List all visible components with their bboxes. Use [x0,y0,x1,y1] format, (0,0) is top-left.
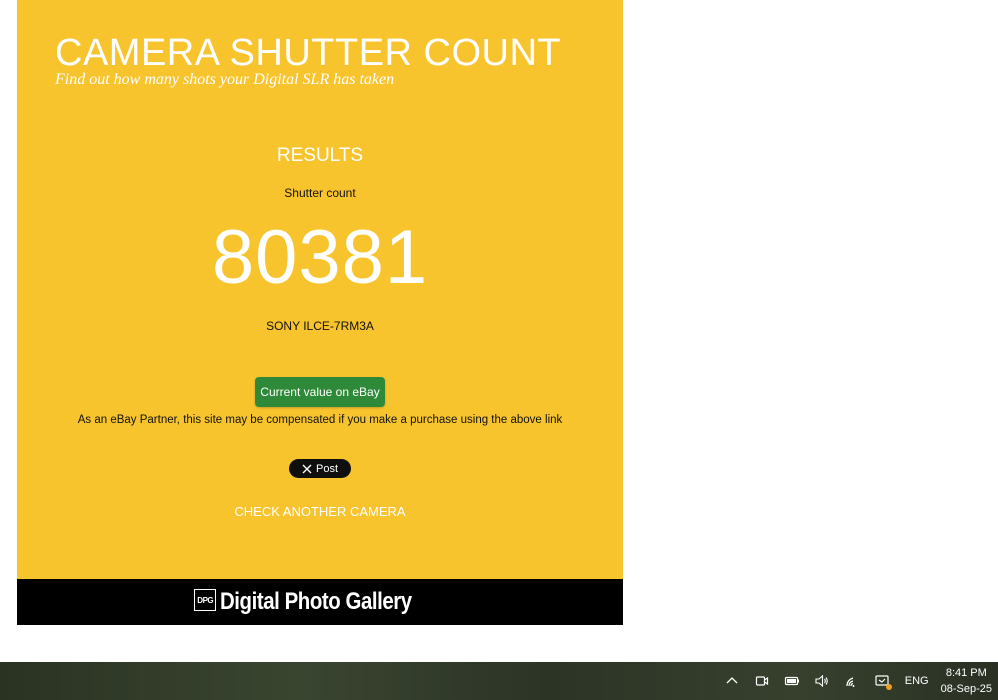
clock-date: 08-Sep-25 [940,683,992,695]
windows-taskbar: ENG 8:41 PM 08-Sep-25 [0,662,998,700]
clock-time: 8:41 PM [945,667,987,679]
x-logo-icon [302,464,312,473]
results-heading: RESULTS [276,145,364,166]
check-another-camera-link[interactable]: CHECK ANOTHER CAMERA [17,504,623,519]
x-post-label: Post [315,462,338,475]
volume-icon[interactable] [807,662,837,700]
footer-brand[interactable]: Digital Photo Gallery [220,588,412,616]
dpg-logo: DPG [194,589,217,611]
shutter-count-value: 80381 [211,215,429,300]
taskbar-clock[interactable]: 8:41 PM 08-Sep-25 [937,662,998,700]
notification-icon[interactable] [867,662,897,700]
ebay-value-button[interactable]: Current value on eBay [255,377,385,407]
meet-now-icon[interactable] [747,662,777,700]
ebay-disclaimer: As an eBay Partner, this site may be com… [77,414,563,426]
battery-icon[interactable] [777,662,807,700]
chevron-up-icon[interactable] [717,662,747,700]
wifi-icon[interactable] [837,662,867,700]
language-indicator[interactable]: ENG [897,662,937,700]
shutter-count-label: Shutter count [284,186,356,200]
shutter-count-panel: CAMERA SHUTTER COUNT Find out how many s… [17,0,623,579]
camera-model: SONY ILCE-7RM3A [266,319,374,333]
notification-badge [885,684,892,690]
site-subtitle: Find out how many shots your Digital SLR… [55,71,395,88]
x-post-button[interactable]: Post [289,459,351,478]
system-tray: ENG 8:41 PM 08-Sep-25 [717,662,998,700]
site-footer: DPG Digital Photo Gallery [17,579,623,625]
site-title: CAMERA SHUTTER COUNT [55,32,562,74]
